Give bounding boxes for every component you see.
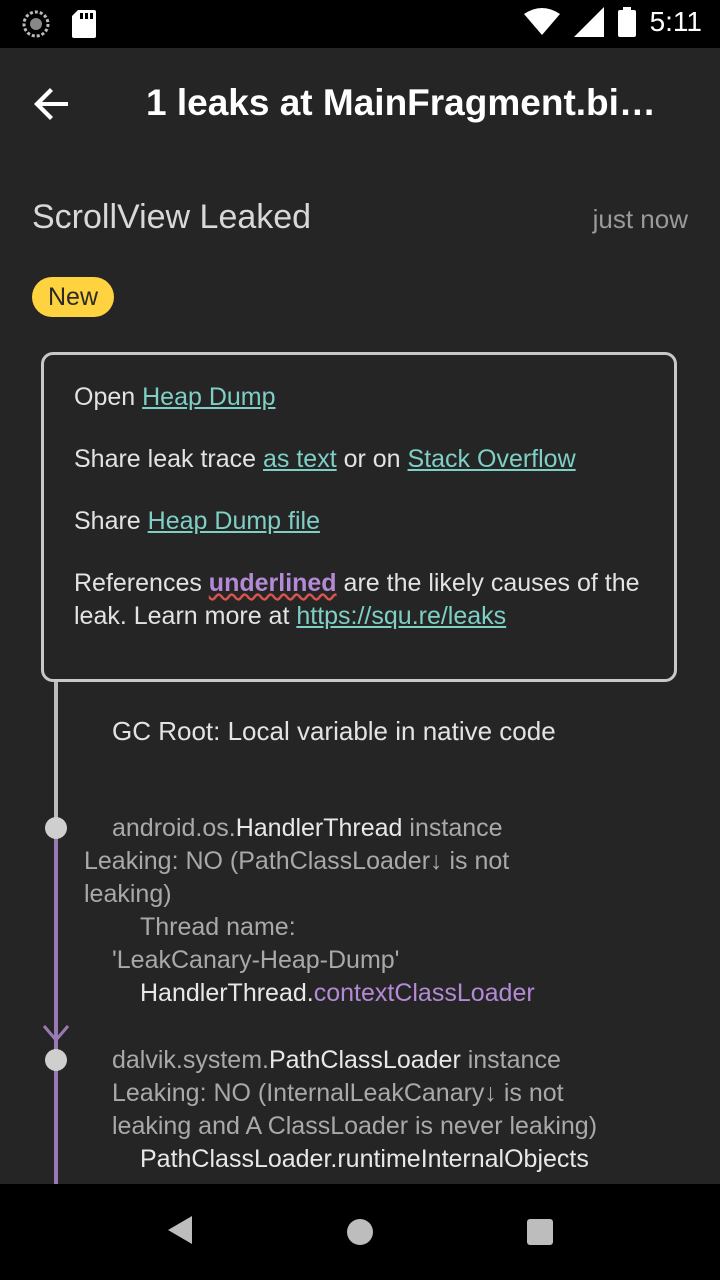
page-title: 1 leaks at MainFragment.bi… [146, 82, 656, 123]
node-package: android.os. [112, 814, 236, 842]
trace-node-path-class-loader[interactable]: dalvik.system.PathClassLoader instance L… [112, 1044, 632, 1176]
underlined-example: underlined [208, 569, 337, 597]
trace-connector-leak [54, 832, 58, 1184]
node-class: PathClassLoader [268, 1046, 461, 1074]
loading-icon [22, 10, 50, 38]
arrow-back-icon [34, 88, 68, 120]
node-suffix: instance [402, 814, 503, 842]
wifi-icon [523, 8, 560, 35]
references-label: References [74, 569, 209, 597]
trace-node-handler-thread[interactable]: android.os.HandlerThread instance Leakin… [84, 812, 582, 1010]
trace-node-dot [45, 1049, 67, 1071]
share-trace-label: Share leak trace [74, 445, 263, 473]
status-time: 5:11 [649, 6, 702, 37]
nav-bar [0, 1184, 720, 1280]
node-header: android.os.HandlerThread instance [112, 812, 582, 845]
node-thread-label: Thread name: [140, 913, 296, 941]
app-bar: 1 leaks at MainFragment.bi… [0, 48, 720, 164]
nav-home-button[interactable] [346, 1218, 374, 1250]
node-class: HandlerThread [235, 814, 403, 842]
node-suffix: instance [460, 1046, 561, 1074]
signal-icon [573, 7, 604, 37]
open-label: Open [74, 383, 143, 411]
sd-card-icon [72, 10, 96, 38]
nav-recents-button[interactable] [527, 1219, 553, 1249]
status-bar: 5:11 [0, 0, 720, 48]
share-label: Share [74, 507, 148, 535]
stack-overflow-link[interactable]: Stack Overflow [408, 445, 576, 473]
share-trace-line: Share leak trace as text or on Stack Ove… [74, 443, 644, 476]
trace-node-dot [45, 817, 67, 839]
gc-root-label: GC Root: Local variable in native code [112, 716, 556, 746]
node-leaking-status: Leaking: NO (PathClassLoader↓ is not lea… [84, 847, 510, 908]
nav-recents-icon [527, 1219, 553, 1245]
nav-back-button[interactable] [166, 1214, 194, 1250]
leak-timestamp: just now [592, 204, 688, 234]
references-explanation: References underlined are the likely cau… [74, 567, 644, 633]
arrow-down-icon [42, 1025, 70, 1042]
status-left-icons [22, 10, 96, 38]
battery-icon [617, 7, 636, 37]
new-badge: New [32, 277, 115, 317]
learn-more-link[interactable]: https://squ.re/leaks [296, 602, 506, 630]
share-heap-dump-line: Share Heap Dump file [74, 505, 644, 538]
node-header: dalvik.system.PathClassLoader instance [112, 1044, 632, 1077]
node-package: dalvik.system. [112, 1046, 269, 1074]
nav-home-icon [347, 1219, 373, 1245]
trace-connector-grey [54, 682, 58, 830]
back-button[interactable] [32, 84, 80, 128]
node-thread-value: 'LeakCanary-Heap-Dump' [112, 946, 400, 974]
nav-back-icon [168, 1216, 192, 1244]
heap-dump-file-link[interactable]: Heap Dump file [148, 507, 320, 535]
leak-detail-content[interactable]: ScrollView Leaked just now New Open Heap… [0, 164, 720, 1184]
node-reference: HandlerThread.contextClassLoader [112, 977, 582, 1010]
leak-title: ScrollView Leaked [32, 198, 312, 236]
node-reference-partial: PathClassLoader.runtimeInternalObjects [140, 1145, 589, 1173]
node-leaking-status: Leaking: NO (InternalLeakCanary↓ is not … [112, 1079, 598, 1140]
status-right-icons: 5:11 [523, 6, 702, 38]
info-card: Open Heap Dump Share leak trace as text … [41, 352, 677, 682]
reference-field: contextClassLoader [313, 979, 535, 1007]
share-as-text-link[interactable]: as text [263, 445, 337, 473]
or-on-label: or on [336, 445, 408, 473]
heap-dump-link[interactable]: Heap Dump [142, 383, 275, 411]
reference-class: HandlerThread. [140, 979, 314, 1007]
open-heap-dump-line: Open Heap Dump [74, 381, 644, 414]
